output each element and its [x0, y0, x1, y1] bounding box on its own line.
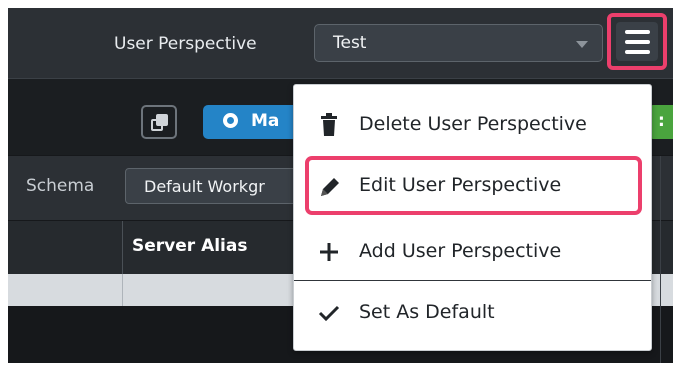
menu-item-label: Add User Perspective: [359, 240, 562, 262]
divider: [660, 156, 661, 363]
perspective-menu-button[interactable]: [607, 13, 667, 70]
chevron-down-icon: [576, 41, 588, 48]
schema-label: Schema: [26, 176, 95, 196]
user-perspective-select[interactable]: Test: [314, 24, 603, 62]
user-perspective-label: User Perspective: [114, 34, 257, 54]
menu-item-label: Edit User Perspective: [359, 174, 562, 196]
menu-item-label: Set As Default: [359, 301, 495, 323]
menu-item-set-default[interactable]: Set As Default: [294, 285, 651, 341]
column-header-server-alias[interactable]: Server Alias: [132, 236, 247, 256]
schema-select[interactable]: Default Workgr: [125, 168, 303, 204]
plus-icon: [320, 243, 338, 261]
trash-icon: [321, 113, 337, 136]
manage-button[interactable]: Ma: [203, 105, 303, 139]
copy-button[interactable]: [141, 105, 177, 139]
hamburger-menu-icon: [616, 22, 658, 61]
manage-button-label: Ma: [251, 111, 280, 131]
menu-item-edit-perspective[interactable]: Edit User Perspective: [305, 156, 642, 215]
pencil-icon: [321, 178, 339, 196]
column-divider: [122, 221, 123, 274]
perspective-dropdown-menu: Delete User Perspective Edit User Perspe…: [293, 84, 652, 351]
menu-item-delete-perspective[interactable]: Delete User Perspective: [294, 97, 651, 153]
gear-icon: [223, 113, 238, 128]
app-frame: User Perspective Test Ma : Schema Defaul…: [8, 8, 673, 363]
menu-divider: [294, 280, 651, 281]
extra-action-label: :: [658, 111, 665, 131]
menu-item-label: Delete User Perspective: [359, 113, 587, 135]
menu-item-add-perspective[interactable]: Add User Perspective: [294, 224, 651, 280]
check-icon: [318, 305, 340, 322]
cell-divider: [122, 274, 123, 306]
schema-value: Default Workgr: [144, 177, 265, 196]
user-perspective-value: Test: [333, 33, 367, 53]
top-bar: User Perspective Test: [8, 8, 673, 79]
